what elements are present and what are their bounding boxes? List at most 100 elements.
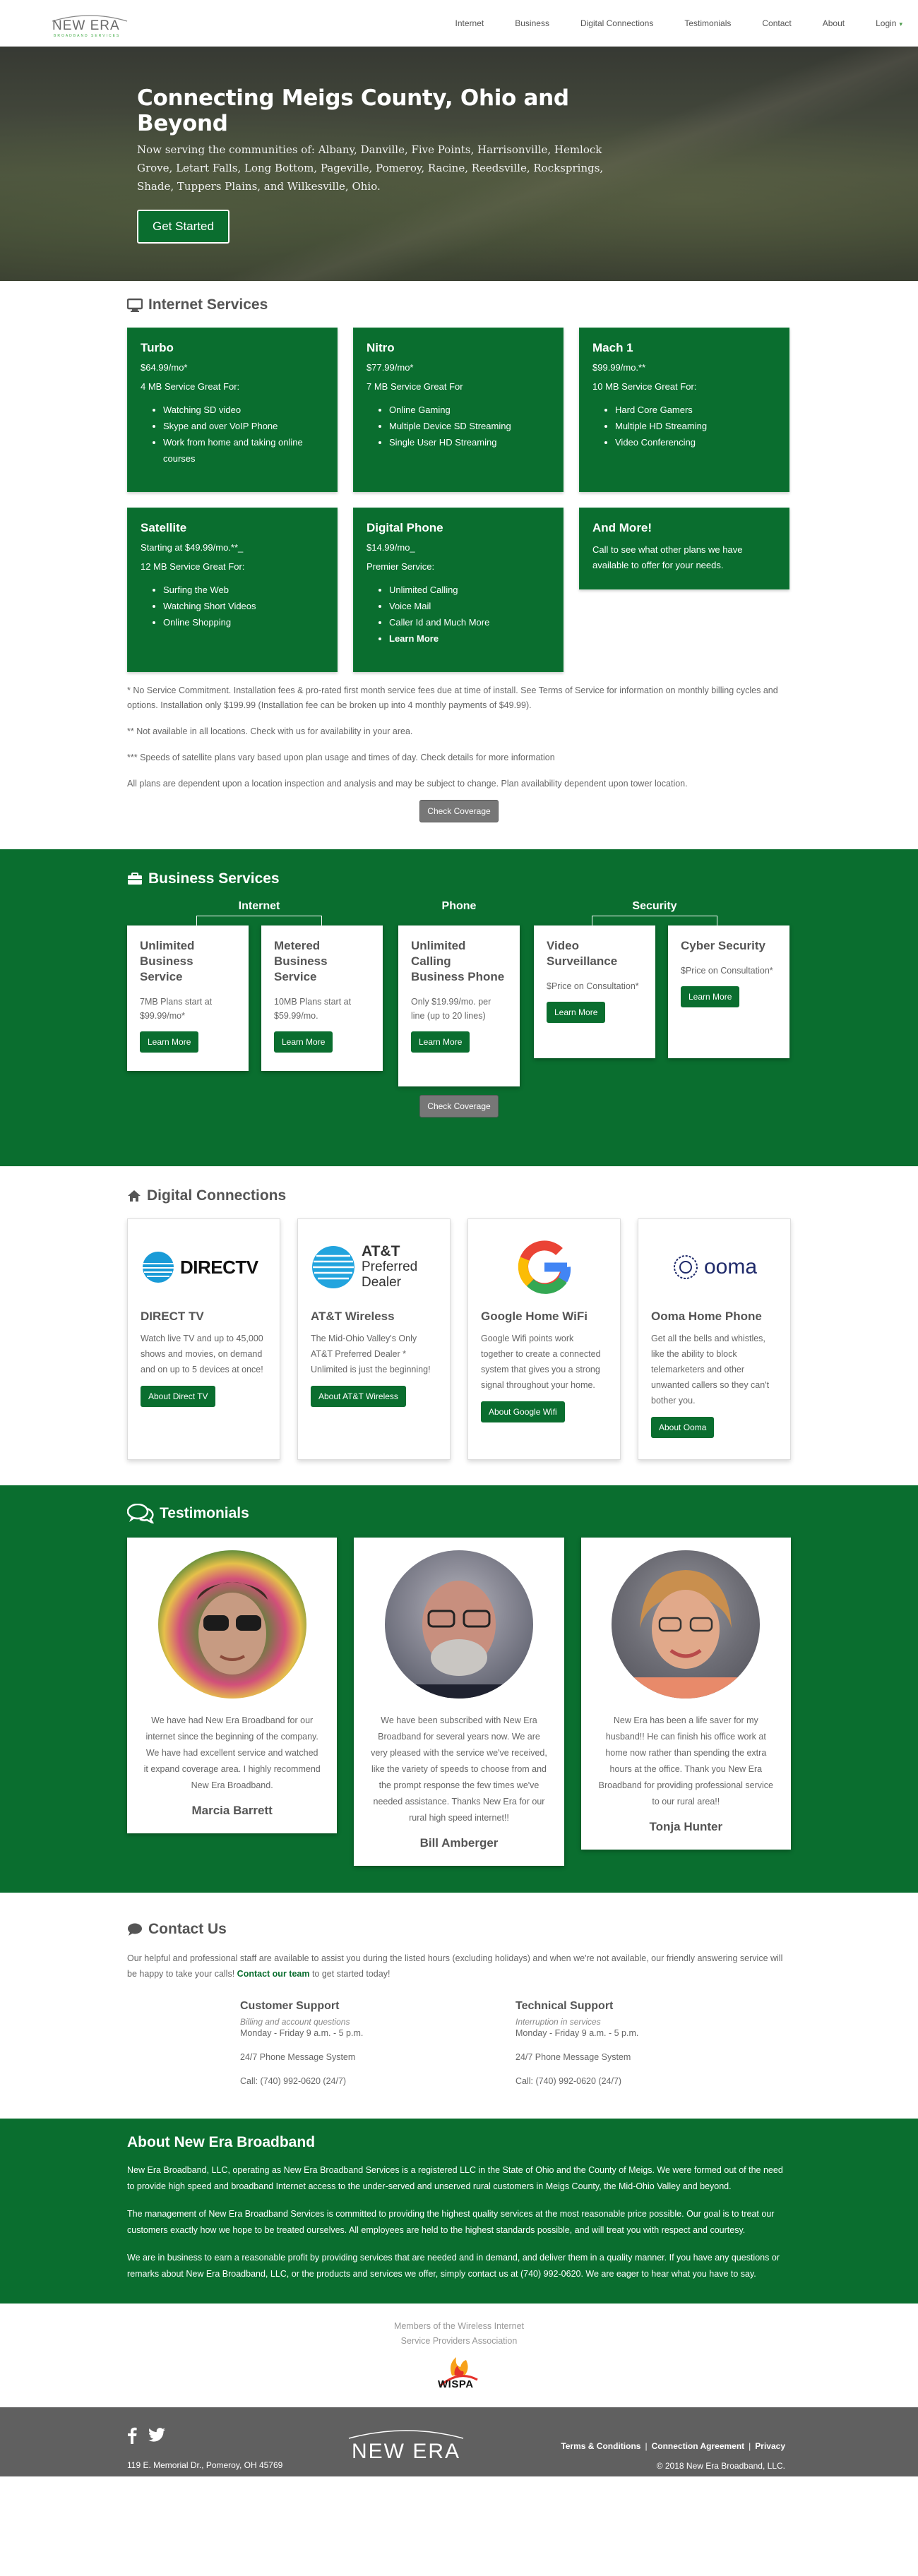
hero-title: Connecting Meigs County, Ohio and Beyond bbox=[137, 85, 569, 136]
digital-card-title: Google Home WiFi bbox=[481, 1310, 588, 1323]
hero-banner: Connecting Meigs County, Ohio and Beyond… bbox=[0, 47, 918, 281]
technical-support-system: 24/7 Phone Message System bbox=[515, 2052, 631, 2062]
digital-connections-section: Digital Connections DIRECTV DIRECT TV Wa… bbox=[0, 1166, 918, 1485]
digital-card-title: AT&T Wireless bbox=[311, 1310, 395, 1323]
digital-card-text: The Mid-Ohio Valley's Only AT&T Preferre… bbox=[311, 1334, 431, 1374]
check-coverage-button[interactable]: Check Coverage bbox=[419, 800, 499, 822]
learn-more-button[interactable]: Learn More bbox=[274, 1031, 333, 1053]
support-columns: Customer Support Billing and account que… bbox=[127, 2000, 791, 2086]
privacy-link[interactable]: Privacy bbox=[755, 2441, 785, 2451]
internet-services-section: Internet Services Turbo $64.99/mo* 4 MB … bbox=[0, 281, 918, 849]
get-started-button[interactable]: Get Started bbox=[137, 210, 230, 244]
nav-item-internet[interactable]: Internet bbox=[455, 18, 484, 28]
testimonial-cards: We have had New Era Broadband for our in… bbox=[127, 1538, 791, 1866]
site-footer: 119 E. Memorial Dr., Pomeroy, OH 45769 N… bbox=[0, 2407, 918, 2476]
terms-link[interactable]: Terms & Conditions bbox=[561, 2441, 640, 2451]
link-separator: | bbox=[645, 2441, 648, 2451]
footer-logo-arc-icon bbox=[348, 2430, 464, 2439]
plan-card-and-more: And More! Call to see what other plans w… bbox=[579, 508, 789, 589]
contact-title: Contact Us bbox=[127, 1921, 791, 1938]
learn-more-button[interactable]: Learn More bbox=[140, 1031, 199, 1053]
about-ooma-button[interactable]: About Ooma bbox=[651, 1417, 715, 1438]
learn-more-button[interactable]: Learn More bbox=[411, 1031, 470, 1053]
learn-more-button[interactable]: Learn More bbox=[547, 1002, 606, 1023]
plan-feature: Online Gaming bbox=[389, 402, 550, 418]
customer-support-subtitle: Billing and account questions bbox=[240, 2017, 350, 2027]
connection-agreement-link[interactable]: Connection Agreement bbox=[652, 2441, 745, 2451]
logo-tagline: BROADBAND SERVICES bbox=[54, 34, 121, 38]
att-wordmark: AT&T Preferred Dealer bbox=[362, 1244, 417, 1290]
technical-support-title: Technical Support bbox=[515, 2000, 614, 2012]
avatar bbox=[157, 1550, 306, 1699]
plan-feature: Online Shopping bbox=[163, 614, 324, 630]
wispa-logo[interactable]: WISPA bbox=[431, 2354, 487, 2391]
digital-connections-title: Digital Connections bbox=[127, 1187, 791, 1204]
plan-subtitle: 12 MB Service Great For: bbox=[141, 561, 245, 572]
nav-item-testimonials[interactable]: Testimonials bbox=[684, 18, 731, 28]
portrait-icon bbox=[633, 1570, 739, 1699]
biz-card-title: Unlimited Calling Business Phone bbox=[411, 939, 505, 983]
members-line-2: Service Providers Association bbox=[400, 2336, 518, 2346]
customer-support-phone[interactable]: Call: (740) 992-0620 (24/7) bbox=[240, 2076, 515, 2086]
testimonials-title: Testimonials bbox=[127, 1504, 791, 1523]
att-wordmark-line2: Preferred bbox=[362, 1259, 418, 1274]
biz-card-text: Only $19.99/mo. per line (up to 20 lines… bbox=[411, 997, 491, 1021]
about-section: About New Era Broadband New Era Broadban… bbox=[0, 2119, 918, 2304]
digital-card-title: DIRECT TV bbox=[141, 1310, 204, 1323]
biz-card-unlimited-calling: Unlimited Calling Business Phone Only $1… bbox=[398, 925, 520, 1086]
about-directv-button[interactable]: About Direct TV bbox=[141, 1386, 216, 1407]
biz-card-title: Metered Business Service bbox=[274, 939, 328, 983]
about-att-button[interactable]: About AT&T Wireless bbox=[311, 1386, 406, 1407]
nav-menu: Internet Business Digital Connections Te… bbox=[424, 18, 902, 28]
nav-item-about[interactable]: About bbox=[823, 18, 845, 28]
contact-intro-suffix: to get started today! bbox=[311, 1969, 391, 1979]
monitor-icon bbox=[127, 298, 143, 312]
internet-plan-cards: Turbo $64.99/mo* 4 MB Service Great For:… bbox=[127, 328, 791, 672]
digital-card-directv: DIRECTV DIRECT TV Watch live TV and up t… bbox=[127, 1218, 280, 1460]
plan-subtitle: 4 MB Service Great For: bbox=[141, 381, 240, 392]
google-g-icon bbox=[518, 1240, 571, 1294]
digital-cards: DIRECTV DIRECT TV Watch live TV and up t… bbox=[127, 1218, 791, 1460]
technical-support-phone[interactable]: Call: (740) 992-0620 (24/7) bbox=[515, 2076, 791, 2086]
comments-icon bbox=[127, 1504, 154, 1523]
site-logo[interactable]: NEW ERA BROADBAND SERVICES bbox=[49, 8, 128, 38]
directv-wordmark: DIRECTV bbox=[180, 1256, 258, 1278]
members-line-1: Members of the Wireless Internet bbox=[393, 2321, 525, 2331]
about-title: About New Era Broadband bbox=[127, 2134, 316, 2150]
facebook-icon[interactable] bbox=[127, 2427, 137, 2444]
nav-item-digital-connections[interactable]: Digital Connections bbox=[580, 18, 653, 28]
home-icon bbox=[127, 1190, 141, 1202]
about-google-wifi-button[interactable]: About Google Wifi bbox=[481, 1401, 565, 1422]
plan-feature: Work from home and taking online courses bbox=[163, 434, 324, 467]
nav-item-contact[interactable]: Contact bbox=[762, 18, 791, 28]
login-label: Login bbox=[876, 18, 897, 28]
business-check-coverage-button[interactable]: Check Coverage bbox=[419, 1095, 499, 1118]
about-paragraph: New Era Broadband, LLC, operating as New… bbox=[127, 2165, 783, 2191]
learn-more-link[interactable]: Learn More bbox=[389, 630, 550, 647]
footer-logo[interactable]: NEW ERA bbox=[346, 2427, 466, 2469]
digital-card-text: Get all the bells and whistles, like the… bbox=[651, 1334, 770, 1406]
customer-support-system: 24/7 Phone Message System bbox=[240, 2052, 356, 2062]
business-services-title: Business Services bbox=[127, 870, 791, 887]
group-label-phone: Phone bbox=[441, 900, 477, 912]
plan-price: $99.99/mo.** bbox=[592, 362, 646, 373]
plan-name: Turbo bbox=[141, 341, 174, 354]
nav-item-login[interactable]: Login ▾ bbox=[876, 18, 902, 28]
learn-more-button[interactable]: Learn More bbox=[681, 986, 740, 1007]
testimonial-author: Marcia Barrett bbox=[191, 1804, 273, 1817]
business-services-section: Business Services Internet Phone Securit… bbox=[0, 849, 918, 1166]
plan-features: Unlimited Calling Voice Mail Caller Id a… bbox=[366, 582, 550, 647]
biz-card-title: Cyber Security bbox=[681, 939, 765, 952]
contact-our-team-link[interactable]: Contact our team bbox=[237, 1969, 310, 1979]
plan-features: Watching SD video Skype and over VoIP Ph… bbox=[141, 402, 324, 467]
customer-support-title: Customer Support bbox=[240, 2000, 340, 2012]
twitter-icon[interactable] bbox=[148, 2427, 165, 2443]
group-label-security: Security bbox=[625, 900, 684, 913]
plan-subtitle: Premier Service: bbox=[366, 561, 435, 572]
nav-item-business[interactable]: Business bbox=[515, 18, 549, 28]
plan-feature: Hard Core Gamers bbox=[615, 402, 776, 418]
biz-card-text: $Price on Consultation* bbox=[681, 966, 773, 976]
biz-card-title: Video Surveillance bbox=[547, 939, 618, 968]
att-wordmark-line3: Dealer bbox=[362, 1275, 401, 1290]
top-nav: NEW ERA BROADBAND SERVICES Internet Busi… bbox=[0, 0, 918, 47]
